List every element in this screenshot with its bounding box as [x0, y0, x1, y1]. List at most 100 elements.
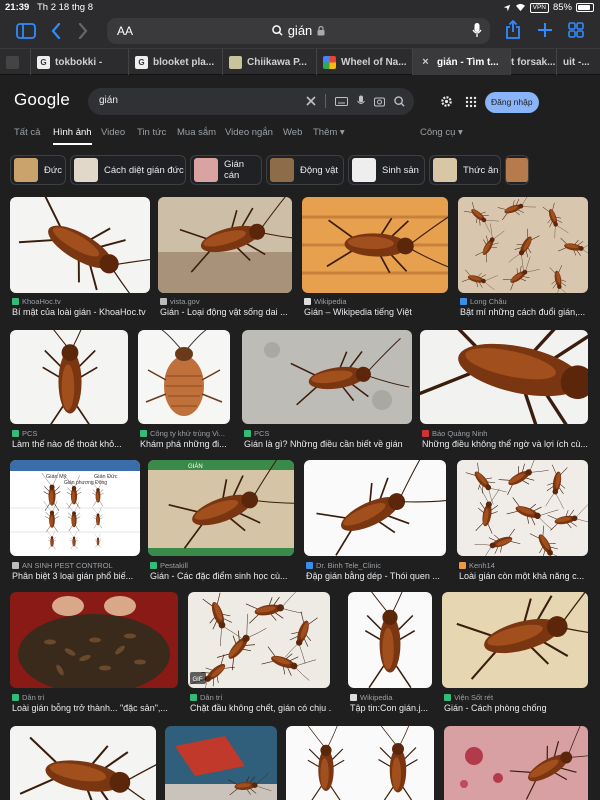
tab-more[interactable]: Thêm ▾	[313, 127, 345, 138]
image-result-9[interactable]: Gián Mỹ Gián Đức Gián phương Đông	[10, 460, 140, 556]
result-caption[interactable]: Khám phá những đi...	[140, 439, 232, 449]
chip-duc[interactable]: Đức	[10, 155, 66, 185]
image-result-18[interactable]	[165, 726, 277, 800]
tab-favicon	[6, 55, 19, 69]
image-result-8[interactable]	[420, 330, 588, 424]
chip-label: Thức ăn	[463, 164, 499, 176]
address-text: gián	[287, 23, 313, 38]
status-bar: 21:39 Th 2 18 thg 8 VPN 85%	[0, 0, 600, 15]
result-caption[interactable]: Gián – Wikipedia tiếng Việt	[304, 307, 450, 317]
chip-label: Sinh sản	[382, 164, 419, 176]
result-caption[interactable]: Đập gián bằng dép - Thói quen ...	[306, 571, 448, 581]
cockroach-image	[10, 726, 156, 800]
image-result-11[interactable]	[304, 460, 446, 556]
sidebar-icon[interactable]	[16, 23, 36, 39]
result-caption[interactable]: Gián - Loại động vật sống dai ...	[160, 307, 298, 317]
result-source: Công ty khử trùng Vi...	[140, 429, 225, 438]
cockroach-swarm-image	[458, 197, 588, 293]
microphone-icon[interactable]	[472, 22, 482, 39]
image-result-14[interactable]: GIF	[188, 592, 330, 688]
tools-menu[interactable]: Công cụ ▾	[420, 127, 463, 138]
chip-cach-diet-gian-duc[interactable]: Cách diệt gián đức	[70, 155, 186, 185]
chip-thumbnail	[352, 158, 376, 182]
result-source: AN SINH PEST CONTROL	[12, 561, 113, 570]
image-result-16[interactable]	[442, 592, 588, 688]
share-icon[interactable]	[505, 20, 521, 40]
apps-grid-icon[interactable]	[465, 96, 477, 108]
camera-search-icon[interactable]	[374, 96, 385, 107]
result-caption[interactable]: Phân biệt 3 loại gián phổ biế...	[12, 571, 144, 581]
result-source: vista.gov	[160, 297, 200, 306]
source-label: Kenh14	[469, 561, 495, 570]
tab-overview-icon[interactable]	[568, 22, 584, 38]
result-source: Wikipedia	[350, 693, 393, 702]
image-result-17[interactable]	[10, 726, 156, 800]
tab-4[interactable]: Wheel of Na...	[316, 49, 412, 75]
back-icon[interactable]	[51, 23, 61, 39]
tab-label: Chiikawa P...	[247, 56, 307, 68]
image-result-7[interactable]	[242, 330, 412, 424]
tab-video[interactable]: Video	[101, 127, 125, 138]
image-result-1[interactable]	[10, 197, 150, 293]
chip-dong-vat[interactable]: Động vật	[266, 155, 344, 185]
tab-5-active[interactable]: × gián - Tìm t...	[412, 49, 510, 75]
tab-short-video[interactable]: Video ngắn	[225, 127, 273, 138]
tab-0[interactable]	[0, 49, 30, 75]
gear-icon[interactable]	[440, 95, 453, 108]
result-caption[interactable]: Những điều không thể ngờ và lợi ích cù..…	[422, 439, 590, 449]
microphone-icon[interactable]	[357, 95, 365, 107]
image-result-12[interactable]	[457, 460, 588, 556]
search-query[interactable]: gián	[99, 95, 118, 106]
browser-toolbar: AA gián	[0, 15, 600, 48]
chip-sinh-san[interactable]: Sinh sản	[348, 155, 425, 185]
tab-news[interactable]: Tin tức	[137, 127, 166, 138]
google-logo[interactable]: Google	[14, 90, 70, 110]
image-result-4[interactable]	[458, 197, 588, 293]
search-icon[interactable]	[394, 95, 405, 107]
image-result-10[interactable]: GIÁN	[148, 460, 294, 556]
result-caption[interactable]: Bật mí những cách đuổi gián,...	[460, 307, 590, 317]
result-caption[interactable]: Chặt đầu không chết, gián có chịu ...	[190, 703, 332, 713]
result-caption[interactable]: Gián là gì? Những điều cần biết về gián	[244, 439, 414, 449]
image-result-20[interactable]	[444, 726, 588, 800]
image-result-5[interactable]	[10, 330, 128, 424]
result-caption[interactable]: Gián - Cách phòng chống	[444, 703, 590, 713]
forward-icon[interactable]	[78, 23, 88, 39]
chip-more[interactable]	[505, 155, 529, 185]
tab-1[interactable]: Gtokbokki -	[30, 49, 128, 75]
tab-images[interactable]: Hình ảnh	[53, 127, 92, 145]
tab-web[interactable]: Web	[283, 127, 302, 138]
tab-shopping[interactable]: Mua sắm	[177, 127, 216, 138]
result-caption[interactable]: Bí mật của loài gián - KhoaHoc.tv	[12, 307, 152, 317]
chip-gian-can[interactable]: Gián cán	[190, 155, 262, 185]
tab-all[interactable]: Tất cả	[14, 127, 40, 138]
tab-3[interactable]: Chiikawa P...	[222, 49, 316, 75]
chip-thuc-an[interactable]: Thức ăn	[429, 155, 501, 185]
result-caption[interactable]: Tập tin:Con gián.j...	[350, 703, 436, 713]
image-result-3[interactable]	[302, 197, 448, 293]
tab-7[interactable]: uit -...	[556, 49, 600, 75]
image-result-6[interactable]	[138, 330, 230, 424]
result-source: Kenh14	[459, 561, 495, 570]
image-result-19[interactable]	[286, 726, 434, 800]
result-caption[interactable]: Loài gián bỗng trở thành... "đặc sản",..…	[12, 703, 180, 713]
search-box[interactable]: gián	[88, 88, 414, 115]
google-favicon: G	[37, 55, 50, 69]
source-label: PCS	[254, 429, 270, 438]
image-result-13[interactable]	[10, 592, 178, 688]
clear-icon[interactable]	[306, 96, 316, 106]
keyboard-icon[interactable]	[335, 96, 348, 106]
result-caption[interactable]: Gián - Các đặc điểm sinh học cù...	[150, 571, 296, 581]
tab-2[interactable]: Gblooket pla...	[128, 49, 222, 75]
source-label: Dân trí	[22, 693, 45, 702]
result-source: Dân trí	[12, 693, 45, 702]
image-result-15[interactable]	[348, 592, 432, 688]
result-caption[interactable]: Làm thế nào để thoát khỏ...	[12, 439, 132, 449]
login-button[interactable]: Đăng nhập	[485, 92, 539, 113]
new-tab-icon[interactable]	[537, 22, 553, 38]
address-bar[interactable]: AA gián	[107, 18, 490, 44]
tab-6[interactable]: t forsak...	[510, 49, 556, 75]
close-tab-icon[interactable]: ×	[419, 56, 432, 69]
image-result-2[interactable]	[158, 197, 292, 293]
result-caption[interactable]: Loài gián còn một khả năng c...	[459, 571, 590, 581]
